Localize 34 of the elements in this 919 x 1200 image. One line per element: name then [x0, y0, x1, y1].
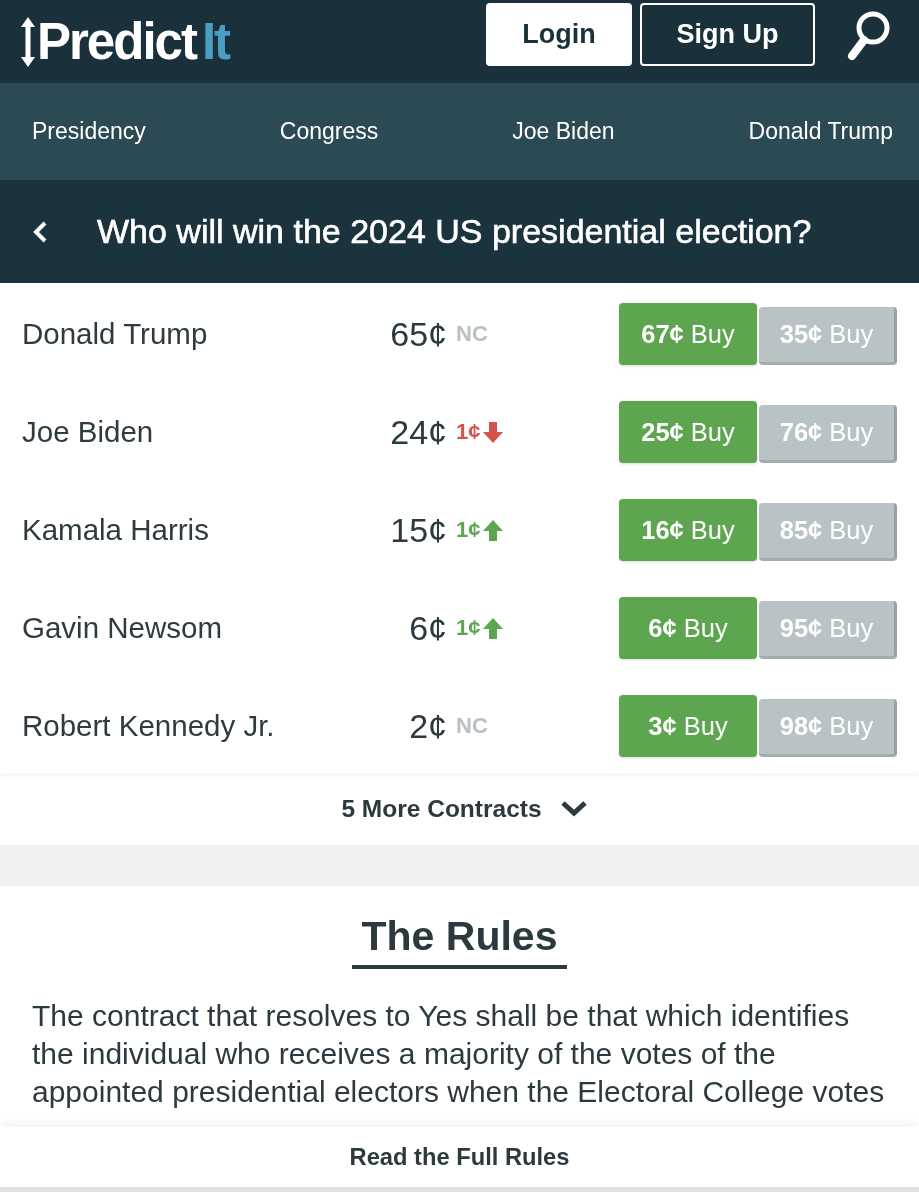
chevron-down-icon[interactable]	[559, 800, 588, 818]
price-change: 1¢	[456, 419, 481, 445]
arrow-up-icon	[483, 519, 504, 541]
contract-price: 15¢	[389, 510, 447, 550]
up-down-arrow-icon	[20, 16, 36, 67]
contract-name[interactable]: Joe Biden	[22, 415, 362, 449]
nav-link[interactable]: Joe Biden	[512, 118, 615, 145]
arrow-down-icon	[483, 421, 504, 443]
contract-price: 65¢	[389, 314, 447, 354]
read-full-rules-link[interactable]: Read the Full Rules	[349, 1143, 570, 1171]
rules-text: The contract that resolves to Yes shall be that which identifies the individual who receives a majority of the votes of the appointed presidential electors when the Electoral College votes	[31, 998, 886, 1111]
nav-link[interactable]: Presidency	[32, 118, 146, 145]
more-contracts-link[interactable]: 5 More Contracts	[341, 795, 542, 823]
contract-name[interactable]: Robert Kennedy Jr.	[22, 709, 362, 743]
price-change: NC	[456, 713, 488, 739]
market-title: Who will win the 2024 US presidential election?	[97, 212, 812, 251]
contract-name[interactable]: Gavin Newsom	[22, 611, 362, 645]
signup-button[interactable]: Sign Up	[640, 3, 815, 66]
back-icon[interactable]	[32, 220, 48, 243]
nav-link[interactable]: Congress	[279, 118, 379, 145]
price-change: NC	[456, 321, 488, 347]
login-button[interactable]: Login	[486, 3, 632, 66]
contract-price: 6¢	[408, 608, 447, 648]
contract-name[interactable]: Donald Trump	[22, 317, 362, 351]
arrow-up-icon	[483, 617, 504, 639]
price-change: 1¢	[456, 615, 481, 641]
contract-price: 24¢	[389, 412, 447, 452]
contract-price: 2¢	[408, 706, 447, 746]
search-icon[interactable]	[847, 9, 891, 62]
nav-link[interactable]: Donald Trump	[748, 118, 893, 145]
contract-name[interactable]: Kamala Harris	[22, 513, 362, 547]
price-change: 1¢	[456, 517, 481, 543]
logo[interactable]: PredictIt	[37, 16, 230, 67]
rules-heading: The Rules	[351, 912, 568, 970]
